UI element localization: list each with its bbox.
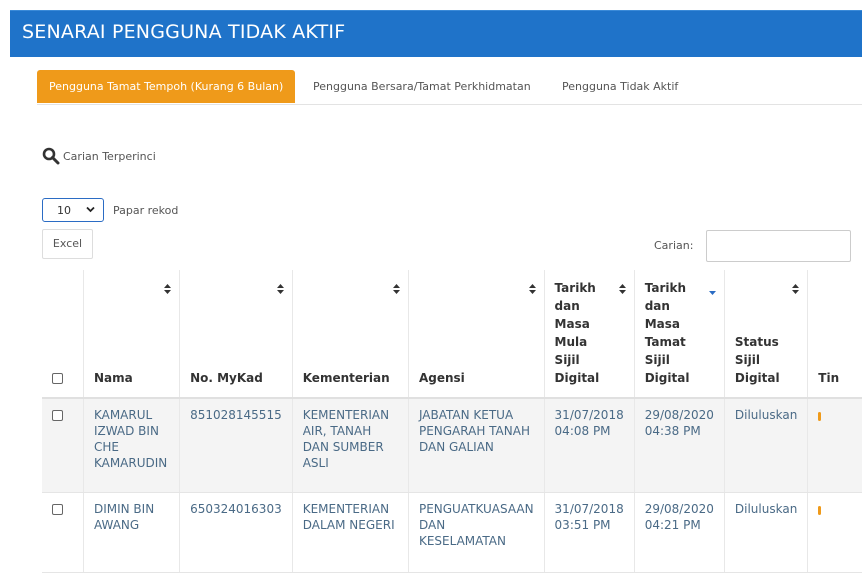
users-table: Nama No. MyKad Kementerian Agensi Tarikh…	[42, 270, 862, 573]
search-icon	[42, 147, 60, 165]
cell-tarikh-tamat: 29/08/2020 04:21 PM	[634, 492, 725, 573]
select-all-checkbox[interactable]	[52, 373, 63, 384]
sort-icon	[392, 284, 400, 294]
col-tarikh-mula-label: Tarikh dan Masa Mula Sijil Digital	[554, 281, 600, 385]
col-tarikh-mula-header[interactable]: Tarikh dan Masa Mula Sijil Digital	[544, 270, 635, 399]
page-length-select[interactable]: 10	[42, 198, 104, 222]
col-status-label: Status Sijil Digital	[734, 335, 780, 385]
col-agensi-label: Agensi	[418, 371, 465, 385]
cell-agensi: JABATAN KETUA PENGARAH TANAH DAN GALIAN	[408, 398, 545, 493]
col-status-header[interactable]: Status Sijil Digital	[724, 270, 809, 399]
sort-icon	[164, 284, 172, 294]
cell-mykad: 650324016303	[179, 492, 293, 573]
cell-status: Diluluskan	[724, 492, 809, 573]
cell-nama: DIMIN BIN AWANG	[83, 492, 181, 573]
table-row: DIMIN BIN AWANG 650324016303 KEMENTERIAN…	[42, 492, 862, 573]
chevron-down-icon	[86, 206, 95, 213]
col-tarikh-tamat-header[interactable]: Tarikh dan Masa Tamat Sijil Digital	[634, 270, 725, 399]
page-length-label: Papar rekod	[113, 204, 179, 217]
search-input[interactable]	[706, 230, 851, 262]
row-checkbox[interactable]	[52, 503, 63, 515]
advanced-search-link[interactable]: Carian Terperinci	[42, 147, 156, 165]
sort-icon	[528, 284, 536, 294]
sort-icon	[276, 284, 284, 294]
page-header: SENARAI PENGGUNA TIDAK AKTIF	[10, 10, 862, 57]
select-all-header	[42, 270, 84, 399]
row-checkbox-cell	[42, 398, 84, 493]
sort-desc-icon	[708, 291, 716, 295]
sort-icon	[792, 284, 800, 294]
col-kementerian-header[interactable]: Kementerian	[292, 270, 409, 399]
cell-kementerian: KEMENTERIAN AIR, TANAH DAN SUMBER ASLI	[292, 398, 409, 493]
col-mykad-label: No. MyKad	[190, 371, 263, 385]
action-icon[interactable]	[818, 412, 822, 421]
advanced-search-label: Carian Terperinci	[63, 149, 156, 163]
tab-pengguna-bersara[interactable]: Pengguna Bersara/Tamat Perkhidmatan	[313, 70, 531, 103]
cell-tarikh-mula: 31/07/2018 04:08 PM	[544, 398, 635, 493]
page-length-value: 10	[57, 204, 71, 217]
col-tarikh-tamat-label: Tarikh dan Masa Tamat Sijil Digital	[644, 281, 690, 385]
cell-mykad: 851028145515	[179, 398, 293, 493]
cell-tarikh-mula: 31/07/2018 03:51 PM	[544, 492, 635, 573]
row-checkbox-cell	[42, 492, 84, 573]
cell-agensi: PENGUATKUASAAN DAN KESELAMATAN	[408, 492, 545, 573]
sort-icon	[618, 284, 626, 294]
tab-bar: Pengguna Tamat Tempoh (Kurang 6 Bulan) P…	[37, 70, 862, 105]
cell-tindakan	[807, 398, 862, 493]
table-row: KAMARUL IZWAD BIN CHE KAMARUDIN 85102814…	[42, 398, 862, 493]
search-label: Carian:	[654, 239, 694, 252]
row-checkbox[interactable]	[52, 410, 63, 421]
col-nama-header[interactable]: Nama	[83, 270, 181, 399]
page-title: SENARAI PENGGUNA TIDAK AKTIF	[22, 21, 346, 43]
col-agensi-header[interactable]: Agensi	[408, 270, 545, 399]
tab-pengguna-tidak-aktif[interactable]: Pengguna Tidak Aktif	[562, 70, 678, 103]
col-kementerian-label: Kementerian	[302, 371, 390, 385]
col-mykad-header[interactable]: No. MyKad	[179, 270, 293, 399]
cell-status: Diluluskan	[724, 398, 809, 493]
cell-tindakan	[807, 492, 862, 573]
cell-tarikh-tamat: 29/08/2020 04:38 PM	[634, 398, 725, 493]
tab-pengguna-tamat-tempoh[interactable]: Pengguna Tamat Tempoh (Kurang 6 Bulan)	[37, 70, 296, 103]
table-header-row: Nama No. MyKad Kementerian Agensi Tarikh…	[42, 270, 862, 399]
col-nama-label: Nama	[93, 371, 133, 385]
col-tindakan-label: Tin	[818, 371, 840, 385]
action-icon[interactable]	[818, 505, 822, 515]
excel-export-button[interactable]: Excel	[42, 229, 93, 259]
cell-kementerian: KEMENTERIAN DALAM NEGERI	[292, 492, 409, 573]
col-tindakan-header[interactable]: Tin	[807, 270, 862, 399]
cell-nama: KAMARUL IZWAD BIN CHE KAMARUDIN	[83, 398, 181, 493]
